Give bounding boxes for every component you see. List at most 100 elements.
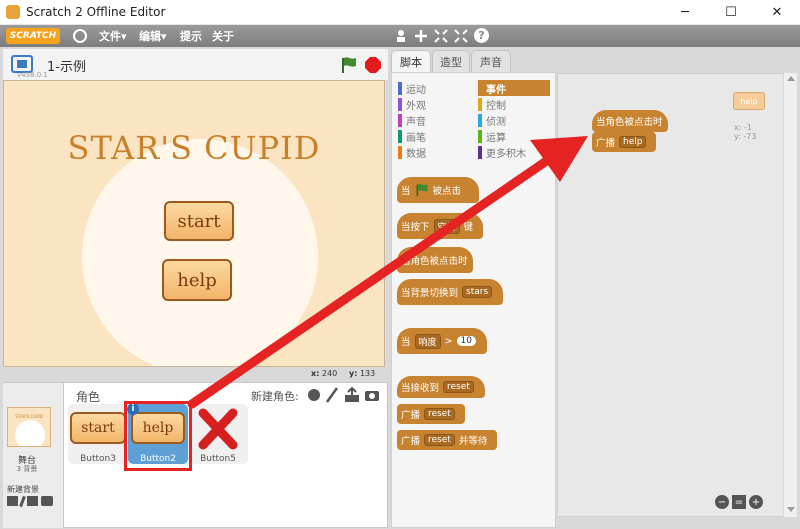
- paint-new-sprite-icon[interactable]: [325, 387, 339, 403]
- scripts-area[interactable]: 当角色被点击时 广播 help help x: -1 y: -73 − = +: [557, 73, 797, 517]
- help-icon[interactable]: ?: [474, 28, 489, 43]
- broadcast-and-wait-block[interactable]: 广播 reset 并等待: [397, 430, 497, 450]
- when-flag-clicked-block[interactable]: 当 被点击: [397, 177, 479, 203]
- sprite-item-button3[interactable]: start Button3: [68, 404, 128, 464]
- globe-icon[interactable]: [73, 29, 87, 43]
- sprite-y-position: y: -73: [734, 132, 757, 141]
- stage-backdrop-circle: [82, 139, 318, 366]
- mouse-coordinates: x: 240 y: 133: [3, 367, 388, 381]
- tips-menu[interactable]: 提示: [180, 28, 202, 44]
- scrollbar-vertical[interactable]: [783, 73, 797, 517]
- category-list-right: 事件 控制 侦测 运算 更多积木: [478, 80, 550, 160]
- sprite-item-button5[interactable]: Button5: [188, 404, 248, 464]
- file-menu[interactable]: 文件▾: [99, 28, 127, 44]
- upload-backdrop-icon[interactable]: [27, 496, 38, 506]
- broadcast-wait-dropdown[interactable]: reset: [424, 434, 455, 446]
- when-key-pressed-block[interactable]: 当按下 空格键: [397, 213, 483, 239]
- category-list-left: 运动 外观 声音 画笔 数据: [398, 80, 476, 160]
- zoom-reset-button[interactable]: =: [732, 495, 746, 509]
- script-when-sprite-clicked[interactable]: 当角色被点击时: [592, 110, 668, 132]
- stage-thumbnail-pane: STAR'S CUPID 舞台 3 背景 新建背景: [3, 383, 64, 528]
- upload-sprite-icon[interactable]: [344, 387, 360, 403]
- window-title: Scratch 2 Offline Editor: [26, 5, 166, 19]
- category-sound[interactable]: 声音: [398, 112, 476, 128]
- sensor-dropdown[interactable]: 响度: [414, 333, 441, 349]
- backdrops-count: 3 背景: [16, 465, 38, 473]
- about-menu[interactable]: 关于: [212, 28, 234, 44]
- sensor-value-input[interactable]: 10: [456, 336, 476, 346]
- zoom-out-button[interactable]: −: [715, 495, 729, 509]
- highlight-box: [124, 401, 192, 471]
- category-pen[interactable]: 画笔: [398, 128, 476, 144]
- start-sprite[interactable]: start: [164, 201, 234, 241]
- maximize-button[interactable]: ☐: [708, 0, 754, 25]
- new-sprite-label: 新建角色:: [251, 390, 299, 403]
- when-receive-block[interactable]: 当接收到 reset: [397, 376, 485, 398]
- stage[interactable]: STAR'S CUPID start help: [3, 80, 385, 367]
- help-sprite[interactable]: help: [162, 259, 232, 301]
- tab-sounds[interactable]: 声音: [471, 50, 511, 72]
- category-events[interactable]: 事件: [478, 80, 550, 96]
- category-motion[interactable]: 运动: [398, 80, 476, 96]
- scratch-logo[interactable]: SCRATCH: [6, 28, 60, 44]
- broadcast-dropdown[interactable]: reset: [424, 408, 455, 420]
- menu-bar: SCRATCH 文件▾ 编辑▾ 提示 关于 ?: [0, 25, 800, 47]
- sprite-name-button3: Button3: [80, 454, 116, 464]
- category-looks[interactable]: 外观: [398, 96, 476, 112]
- when-sensor-greater-block[interactable]: 当响度 >10: [397, 328, 487, 354]
- edit-menu[interactable]: 编辑▾: [139, 28, 167, 44]
- green-flag-icon: [416, 184, 427, 197]
- when-sprite-clicked-block[interactable]: 当角色被点击时: [397, 247, 473, 273]
- receive-dropdown[interactable]: reset: [443, 381, 474, 393]
- close-button[interactable]: ✕: [754, 0, 800, 25]
- green-flag-icon[interactable]: [340, 56, 358, 74]
- sprites-header: 角色: [76, 390, 101, 404]
- when-backdrop-switches-block[interactable]: 当背景切换到 stars: [397, 279, 503, 305]
- editor-tabs: 脚本 造型 声音: [391, 50, 553, 73]
- cut-icon[interactable]: [414, 29, 428, 43]
- y-label: y:: [349, 369, 358, 378]
- stage-thumbnail-circle: [15, 420, 45, 446]
- new-backdrop-label: 新建背景: [7, 485, 39, 494]
- broadcast-block[interactable]: 广播 reset: [397, 404, 465, 424]
- grow-icon[interactable]: [434, 29, 448, 43]
- category-data[interactable]: 数据: [398, 144, 476, 160]
- backdrop-camera-icon[interactable]: [41, 496, 53, 506]
- category-control[interactable]: 控制: [478, 96, 550, 112]
- stage-thumbnail-title: STAR'S CUPID: [15, 414, 43, 419]
- project-title[interactable]: 1-示例: [47, 56, 86, 75]
- zoom-in-button[interactable]: +: [749, 495, 763, 509]
- sprite-library-icon[interactable]: [306, 387, 322, 403]
- category-sensing[interactable]: 侦测: [478, 112, 550, 128]
- x-label: x:: [311, 369, 320, 378]
- camera-icon[interactable]: [364, 388, 380, 402]
- tab-scripts[interactable]: 脚本: [391, 50, 431, 73]
- block-palette: 运动 外观 声音 画笔 数据 事件 控制 侦测 运算 更多积木 当 被点击 当按…: [391, 72, 556, 528]
- category-operators[interactable]: 运算: [478, 128, 550, 144]
- zoom-controls: − = +: [715, 495, 763, 509]
- scroll-up-arrow[interactable]: [787, 76, 795, 81]
- backdrop-dropdown[interactable]: stars: [462, 286, 493, 298]
- stop-sign-icon[interactable]: [364, 56, 382, 74]
- backdrop-tools: [7, 495, 53, 508]
- script-broadcast-dropdown[interactable]: help: [619, 136, 647, 148]
- x-value: 240: [321, 369, 338, 378]
- minimize-button[interactable]: ─: [662, 0, 708, 25]
- y-value: 133: [359, 369, 376, 378]
- app-icon: [6, 5, 20, 19]
- script-broadcast-block[interactable]: 广播 help: [592, 132, 656, 152]
- paint-backdrop-icon[interactable]: [19, 495, 26, 508]
- shrink-icon[interactable]: [454, 29, 468, 43]
- sprite-name-button5: Button5: [200, 454, 236, 464]
- scroll-down-arrow[interactable]: [787, 507, 795, 512]
- sprite-thumb-button3: start: [70, 412, 126, 444]
- backdrop-library-icon[interactable]: [7, 496, 18, 506]
- tab-costumes[interactable]: 造型: [432, 50, 470, 72]
- title-bar: Scratch 2 Offline Editor ─ ☐ ✕: [0, 0, 800, 25]
- game-title: STAR'S CUPID: [67, 129, 321, 167]
- key-dropdown[interactable]: 空格: [433, 218, 460, 234]
- category-more-blocks[interactable]: 更多积木: [478, 144, 550, 160]
- duplicate-icon[interactable]: [394, 29, 408, 43]
- stage-thumbnail[interactable]: STAR'S CUPID: [7, 407, 51, 447]
- red-x-icon: [198, 408, 238, 450]
